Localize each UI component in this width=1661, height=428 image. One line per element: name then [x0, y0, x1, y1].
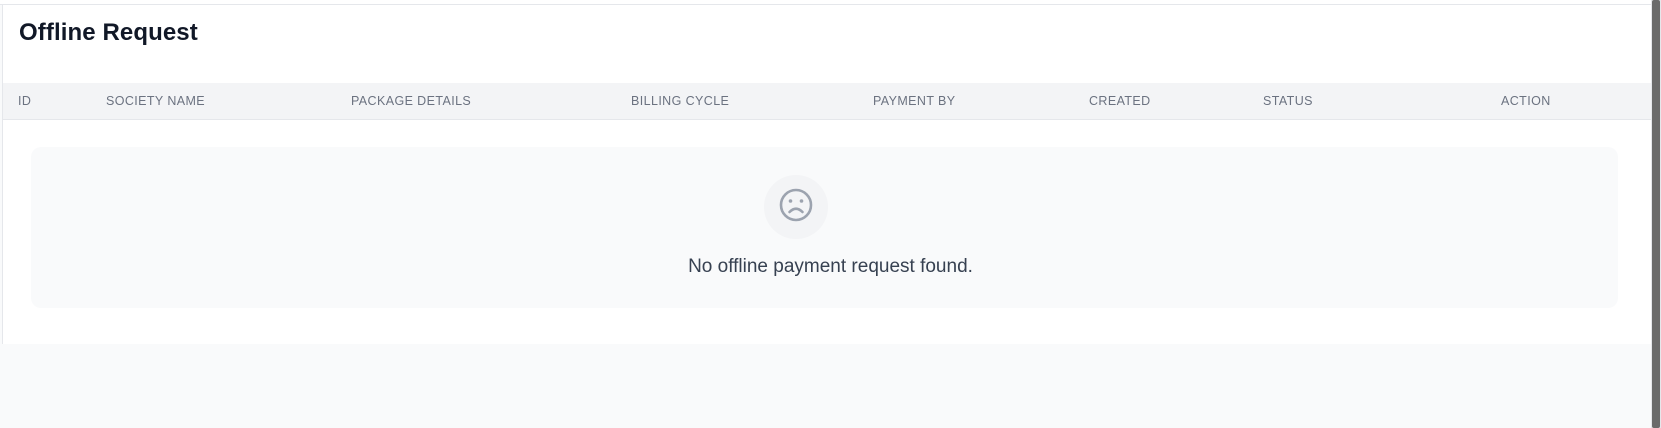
- column-header-created: CREATED: [1089, 94, 1151, 108]
- scrollbar-thumb[interactable]: [1652, 0, 1660, 428]
- empty-state-message: No offline payment request found.: [688, 256, 973, 277]
- column-header-id: ID: [18, 94, 32, 108]
- column-header-billing-cycle: BILLING CYCLE: [631, 94, 730, 108]
- column-header-society-name: SOCIETY NAME: [106, 94, 206, 108]
- column-header-package-details: PACKAGE DETAILS: [351, 94, 472, 108]
- vertical-scrollbar[interactable]: [1651, 0, 1661, 428]
- app-viewport: Offline Request ID SOCIETY NAME PACKAGE …: [0, 0, 1661, 428]
- column-header-payment-by: PAYMENT BY: [873, 94, 956, 108]
- column-header-action: ACTION: [1501, 94, 1551, 108]
- empty-state: [31, 147, 1618, 308]
- page-title: Offline Request: [19, 19, 198, 46]
- sad-face-icon: [778, 187, 814, 228]
- table-header: ID SOCIETY NAME PACKAGE DETAILS BILLING …: [3, 83, 1652, 120]
- empty-state-icon-container: [764, 175, 828, 239]
- column-header-status: STATUS: [1263, 94, 1313, 108]
